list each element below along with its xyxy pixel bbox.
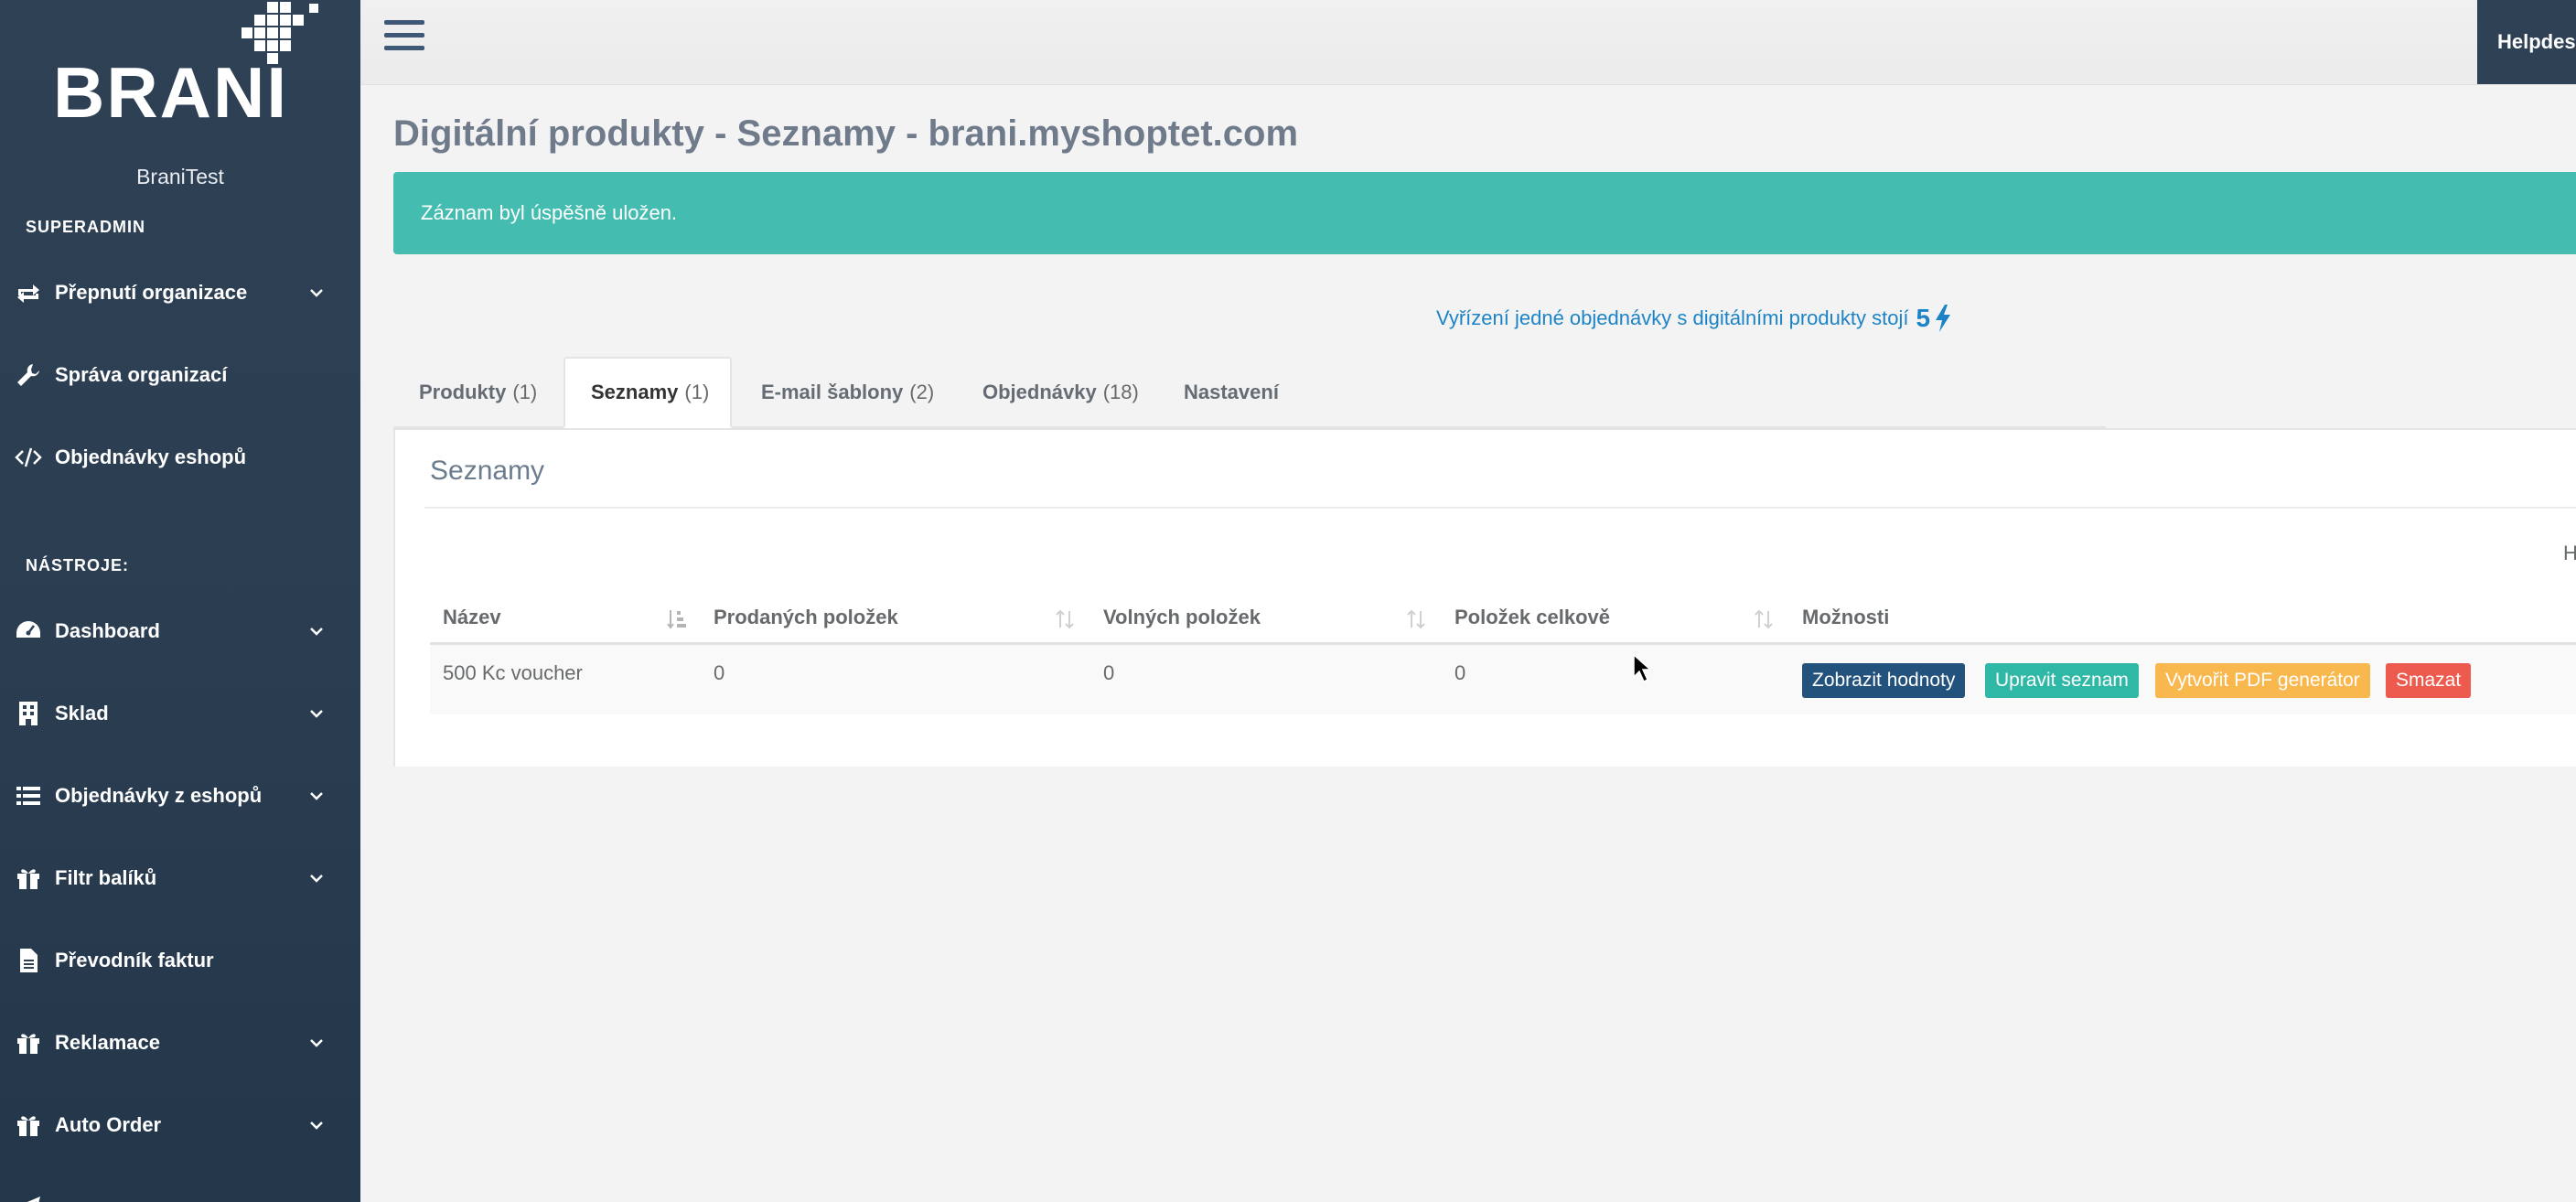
cell-sold: 0 [714, 661, 725, 684]
show-values-button[interactable]: Zobrazit hodnoty [1802, 663, 1966, 698]
delete-button[interactable]: Smazat [2386, 663, 2472, 698]
column-header-prodanych[interactable]: Prodaných položek [714, 606, 898, 629]
sidebar-item-objednavky-z-eshopu[interactable]: Objednávky z eshopů [0, 759, 360, 832]
sidebar-item-auto-order[interactable]: Auto Order [0, 1089, 360, 1162]
tab-bar: Produkty (1) Seznamy (1) E-mail šablony (2)… [393, 357, 2106, 428]
sidebar-item-prevodnik-faktur[interactable]: Převodník faktur [0, 924, 360, 997]
tab-label: Produkty [419, 381, 507, 403]
column-header-volnych[interactable]: Volných položek [1103, 606, 1261, 629]
chevron-down-icon [298, 1035, 335, 1051]
table-row: 500 Kc voucher 0 0 0 Zobrazit hodnoty Up… [430, 645, 2576, 714]
list-icon [13, 782, 44, 810]
gift-icon [13, 864, 44, 892]
sidebar-item-prepnuti-organizace[interactable]: Přepnutí organizace [0, 256, 360, 329]
sidebar-item-label: Objednávky z eshopů [55, 784, 263, 807]
sidebar-item-label: Auto Order [55, 1113, 162, 1136]
sidebar-item-label: Objednávky eshopů [55, 445, 247, 468]
edit-list-button[interactable]: Upravit seznam [1985, 663, 2139, 698]
building-icon [13, 700, 44, 727]
file-icon [13, 947, 44, 974]
bolt-icon [1936, 305, 1951, 332]
tab-count: (18) [1102, 381, 1139, 403]
page-title: Digitální produkty - Seznamy - brani.mys… [393, 113, 1299, 154]
column-header-nazev[interactable]: Název [443, 606, 501, 629]
tab-count: (2) [909, 381, 935, 403]
paper-plane-icon [13, 1194, 44, 1202]
gift-icon [13, 1111, 44, 1139]
sidebar-item-label: Převodník faktur [55, 949, 214, 971]
tab-count: (1) [684, 381, 710, 403]
code-icon [13, 444, 44, 471]
create-pdf-generator-button[interactable]: Vytvořit PDF generátor [2155, 663, 2370, 698]
price-value: 5 [1916, 304, 1931, 332]
tab-label: Seznamy [591, 381, 679, 403]
sidebar-item-label: Sklad [55, 702, 109, 724]
alert-text: Záznam byl úspěšně uložen. [421, 201, 678, 224]
gift-icon [13, 1029, 44, 1057]
cell-total: 0 [1454, 661, 1466, 684]
sidebar-item-label: Dashboard [55, 619, 160, 642]
sort-both-icon[interactable] [1405, 607, 1427, 631]
table-header: Název Prodaných položek Volných položek … [430, 596, 2576, 645]
panel-title: Seznamy [430, 456, 545, 486]
column-header-celkove[interactable]: Položek celkově [1454, 606, 1610, 629]
section-label-superadmin: SUPERADMIN [26, 218, 146, 236]
lists-panel: Seznamy H Název Prodaných položek Volnýc… [393, 428, 2576, 767]
brand-logo[interactable]: BRANI [0, 0, 360, 137]
dashboard-icon [13, 617, 44, 645]
sidebar-item-sklad[interactable]: Sklad [0, 677, 360, 750]
sidebar-item-label: Reklamace [55, 1031, 160, 1054]
chevron-down-icon [298, 623, 335, 639]
organization-name: BraniTest [136, 165, 224, 188]
helpdesk-button[interactable]: Helpdes [2477, 0, 2576, 84]
sort-asc-icon[interactable] [666, 607, 688, 631]
sidebar-item-dashboard[interactable]: Dashboard [0, 595, 360, 668]
lists-table: Název Prodaných položek Volných položek … [430, 596, 2576, 714]
chevron-down-icon [298, 870, 335, 886]
column-header-moznosti: Možnosti [1802, 606, 1890, 628]
sort-both-icon[interactable] [1753, 607, 1775, 631]
tab-seznamy[interactable]: Seznamy (1) [564, 357, 732, 428]
chevron-down-icon [298, 1117, 335, 1133]
sidebar-item-reklamace[interactable]: Reklamace [0, 1006, 360, 1079]
panel-right-fragment: H [2563, 542, 2576, 564]
sidebar-item-filtr-baliku[interactable]: Filtr balíků [0, 842, 360, 915]
tab-label: Nastavení [1184, 381, 1279, 403]
tab-label: E-mail šablony [761, 381, 904, 403]
chevron-down-icon [298, 788, 335, 804]
sidebar-item-label: Přepnutí organizace [55, 281, 248, 304]
wrench-icon [13, 361, 44, 389]
sidebar-item-objednavky-eshopu[interactable]: Objednávky eshopů [0, 421, 360, 494]
cell-name: 500 Kc voucher [443, 661, 583, 684]
section-label-tools: NÁSTROJE: [26, 556, 130, 574]
cell-free: 0 [1103, 661, 1115, 684]
sidebar-item-label: Filtr balíků [55, 866, 157, 889]
chevron-down-icon [298, 705, 335, 722]
price-note-text: Vyřízení jedné objednávky s digitálními … [1436, 306, 1909, 329]
logo-text: BRANI [53, 52, 288, 133]
success-alert: Záznam byl úspěšně uložen. [393, 172, 2576, 254]
sidebar-item-digitalni-produkty-partial[interactable] [0, 1171, 360, 1202]
tab-objednavky[interactable]: Objednávky (18) [957, 357, 1165, 428]
sidebar: BRANI BraniTest SUPERADMIN Přepnutí orga… [0, 0, 360, 1202]
tab-nastaveni[interactable]: Nastavení [1158, 357, 1304, 428]
top-bar: Helpdes [360, 0, 2576, 85]
tab-label: Objednávky [982, 381, 1097, 403]
sidebar-item-label: Správa organizací [55, 363, 228, 386]
tab-email-sablony[interactable]: E-mail šablony (2) [735, 357, 960, 428]
sidebar-item-sprava-organizaci[interactable]: Správa organizací [0, 338, 360, 412]
hamburger-menu-icon[interactable] [384, 20, 424, 57]
chevron-down-icon [298, 284, 335, 301]
exchange-icon [13, 279, 44, 306]
tab-count: (1) [512, 381, 538, 403]
mouse-cursor-icon [1633, 653, 1652, 683]
price-note: Vyřízení jedné objednávky s digitálními … [1436, 304, 1952, 333]
sort-both-icon[interactable] [1054, 607, 1076, 631]
tab-produkty[interactable]: Produkty (1) [393, 357, 563, 428]
